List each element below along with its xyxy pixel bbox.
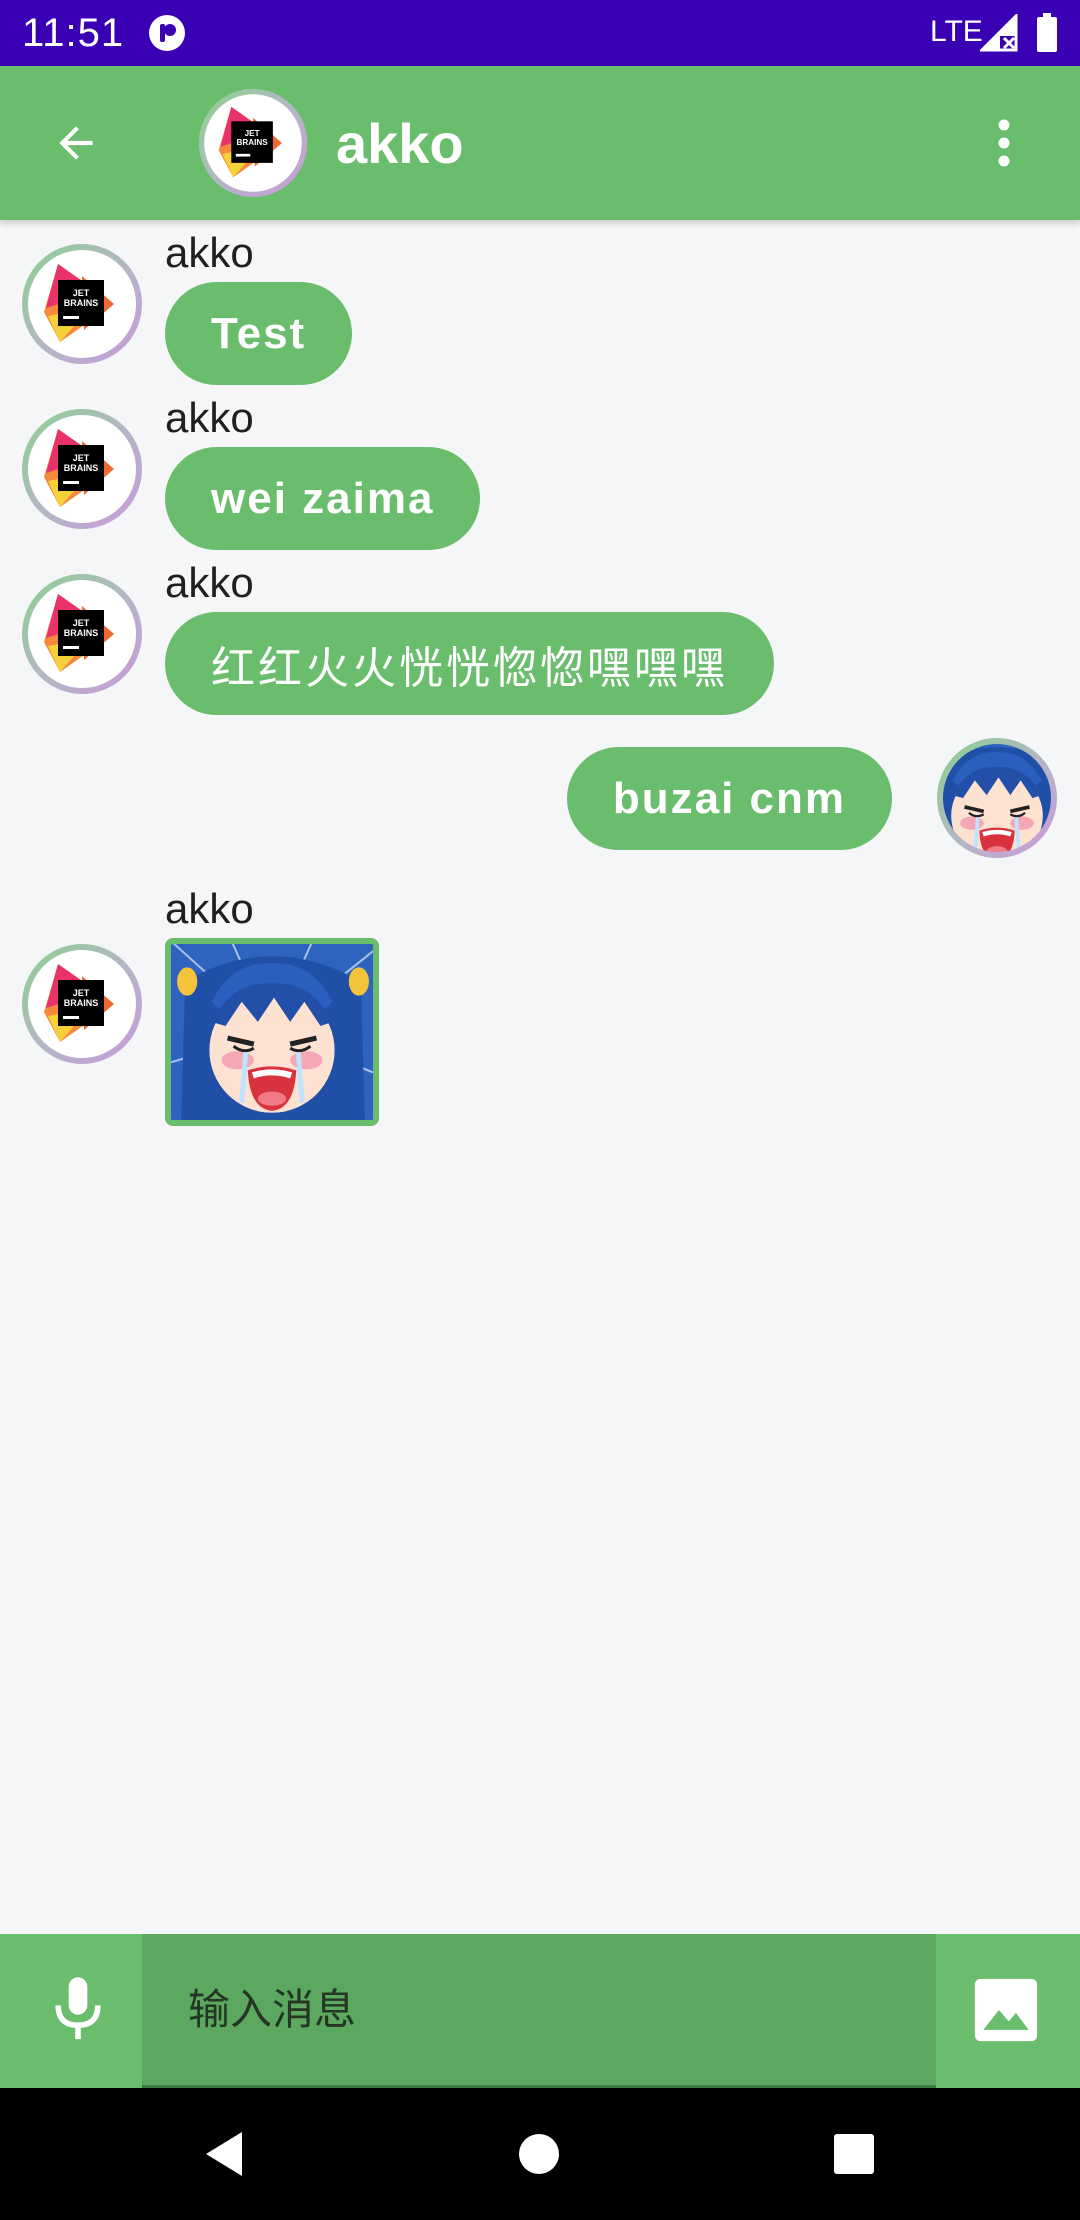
- status-bar: 11:51 LTE: [0, 0, 1080, 66]
- mic-icon: [55, 1977, 101, 2040]
- more-vert-icon: [998, 119, 1010, 167]
- image-icon: [974, 1978, 1038, 2042]
- nav-home-icon[interactable]: [513, 2128, 565, 2180]
- voice-button[interactable]: [36, 1968, 120, 2052]
- sender-avatar[interactable]: [20, 942, 144, 1066]
- anime-image: [171, 944, 373, 1120]
- nav-recents-icon[interactable]: [828, 2128, 880, 2180]
- send-image-button[interactable]: [964, 1968, 1048, 2052]
- nav-back-icon[interactable]: [200, 2128, 252, 2180]
- own-message-bubble[interactable]: buzai cnm: [566, 747, 892, 850]
- sender-name: akko: [165, 559, 254, 606]
- chat-title: akko: [336, 112, 464, 175]
- app-bar: akko: [0, 66, 1080, 220]
- back-button[interactable]: [36, 103, 116, 183]
- sender-name: akko: [165, 394, 254, 441]
- sender-avatar[interactable]: [20, 572, 144, 696]
- message-bubble[interactable]: wei zaima: [165, 447, 481, 550]
- sender-avatar[interactable]: [20, 242, 144, 366]
- system-nav-bar: [0, 2088, 1080, 2220]
- app-notification-icon: [148, 14, 186, 52]
- sender-avatar[interactable]: [20, 407, 144, 531]
- image-message[interactable]: [165, 938, 379, 1126]
- battery-icon: [1036, 13, 1058, 53]
- signal-icon: [978, 12, 1018, 52]
- sender-name: akko: [165, 229, 254, 276]
- message-input[interactable]: [142, 1934, 936, 2088]
- back-arrow-icon: [59, 126, 93, 160]
- network-type: LTE: [930, 15, 983, 48]
- contact-avatar[interactable]: [197, 87, 309, 199]
- message-list[interactable]: akko Test akko wei zaima akko 红红火火恍恍惚惚嘿嘿…: [0, 220, 1080, 1934]
- sender-name: akko: [165, 885, 254, 932]
- message-bubble[interactable]: 红红火火恍恍惚惚嘿嘿嘿: [165, 612, 774, 715]
- own-avatar[interactable]: [935, 736, 1059, 860]
- message-bubble[interactable]: Test: [165, 282, 353, 385]
- status-time: 11:51: [22, 11, 125, 55]
- more-options-button[interactable]: [964, 103, 1044, 183]
- input-bar: [0, 1934, 1080, 2088]
